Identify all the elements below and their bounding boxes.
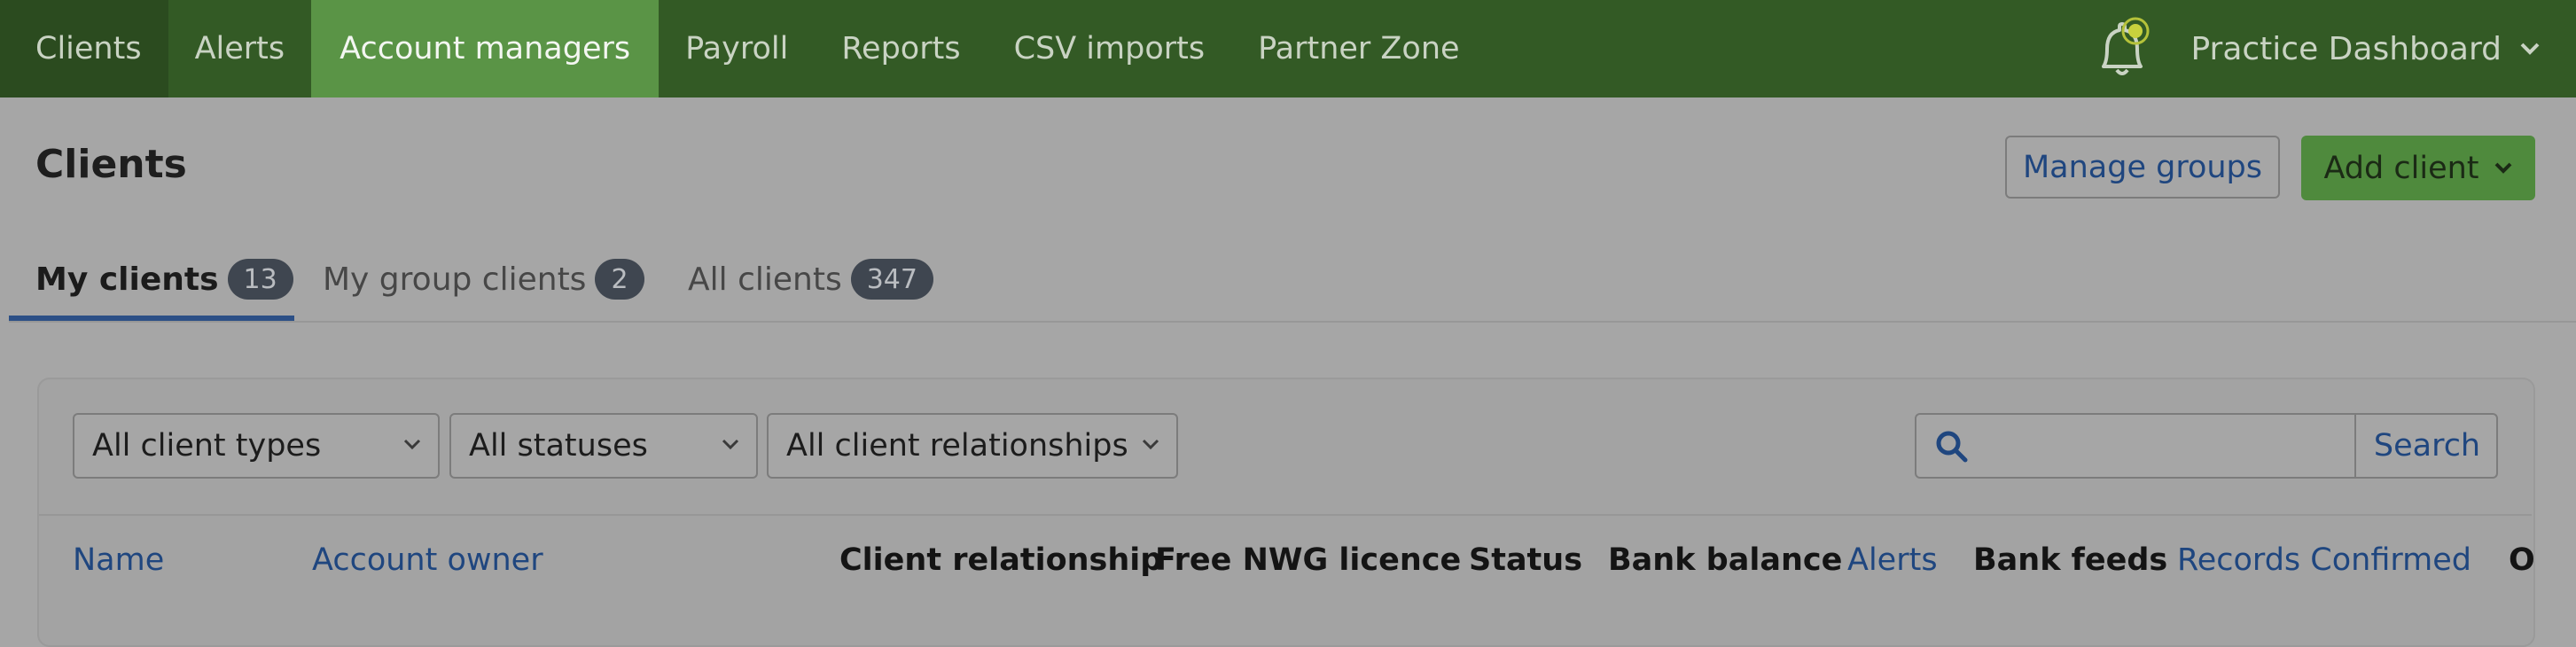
- column-header-records-confirmed[interactable]: Records Confirmed: [2177, 542, 2471, 578]
- tab-all-clients[interactable]: All clients 347: [688, 238, 933, 321]
- nav-reports[interactable]: Reports: [815, 0, 987, 97]
- client-relationship-value: All client relationships: [786, 428, 1128, 464]
- column-header-client-relationship: Client relationship: [839, 542, 1163, 578]
- nav-payroll[interactable]: Payroll: [659, 0, 815, 97]
- divider: [39, 514, 2532, 516]
- add-client-label: Add client: [2323, 150, 2479, 186]
- count-badge: 13: [227, 259, 293, 300]
- page-title: Clients: [35, 142, 187, 187]
- client-type-value: All client types: [92, 428, 322, 464]
- client-tabs: My clients 13 My group clients 2 All cli…: [9, 238, 2576, 323]
- tab-my-clients[interactable]: My clients 13: [35, 238, 293, 321]
- column-header-status: Status: [1469, 542, 1583, 578]
- nav-csv-imports[interactable]: CSV imports: [987, 0, 1232, 97]
- nav-right-area: Practice Dashboard: [2093, 0, 2576, 97]
- count-badge: 347: [850, 259, 933, 300]
- column-header-overflow: O: [2509, 542, 2535, 578]
- manage-groups-button[interactable]: Manage groups: [2005, 136, 2280, 199]
- practice-dashboard-menu[interactable]: Practice Dashboard: [2190, 31, 2541, 67]
- search-box: Search: [1915, 413, 2498, 479]
- status-select[interactable]: All statuses: [449, 413, 758, 479]
- nav-clients[interactable]: Clients: [0, 0, 168, 97]
- manage-groups-label: Manage groups: [2022, 149, 2263, 185]
- chevron-down-icon: [1142, 439, 1159, 450]
- chevron-down-icon: [403, 439, 421, 450]
- chevron-down-icon: [2520, 43, 2540, 55]
- column-header-free-licence: Free NWG licence: [1155, 542, 1462, 578]
- tab-label: All clients: [688, 261, 842, 298]
- chevron-down-icon: [722, 439, 739, 450]
- search-button-label: Search: [2373, 428, 2481, 464]
- client-relationship-select[interactable]: All client relationships: [767, 413, 1178, 479]
- nav-partner-zone[interactable]: Partner Zone: [1231, 0, 1486, 97]
- add-client-button[interactable]: Add client: [2301, 136, 2535, 200]
- nav-account-managers[interactable]: Account managers: [311, 0, 660, 97]
- search-button[interactable]: Search: [2354, 415, 2498, 477]
- column-header-name[interactable]: Name: [73, 542, 164, 578]
- column-header-alerts[interactable]: Alerts: [1847, 542, 1938, 578]
- column-header-bank-balance: Bank balance: [1608, 542, 1843, 578]
- client-type-select[interactable]: All client types: [73, 413, 440, 479]
- notification-bell-icon[interactable]: [2093, 13, 2155, 84]
- nav-alerts[interactable]: Alerts: [168, 0, 312, 97]
- top-nav: Clients Alerts Account managers Payroll …: [0, 0, 2576, 97]
- tab-label: My group clients: [323, 261, 587, 298]
- chevron-down-icon: [2494, 162, 2511, 174]
- count-badge: 2: [595, 259, 644, 300]
- status-value: All statuses: [469, 428, 648, 464]
- column-header-account-owner[interactable]: Account owner: [312, 542, 543, 578]
- column-header-bank-feeds: Bank feeds: [1973, 542, 2168, 578]
- search-icon: [1936, 431, 1968, 463]
- tab-label: My clients: [35, 261, 219, 298]
- tab-my-group-clients[interactable]: My group clients 2: [323, 238, 644, 321]
- active-tab-indicator: [9, 316, 294, 321]
- practice-dashboard-label: Practice Dashboard: [2190, 30, 2502, 67]
